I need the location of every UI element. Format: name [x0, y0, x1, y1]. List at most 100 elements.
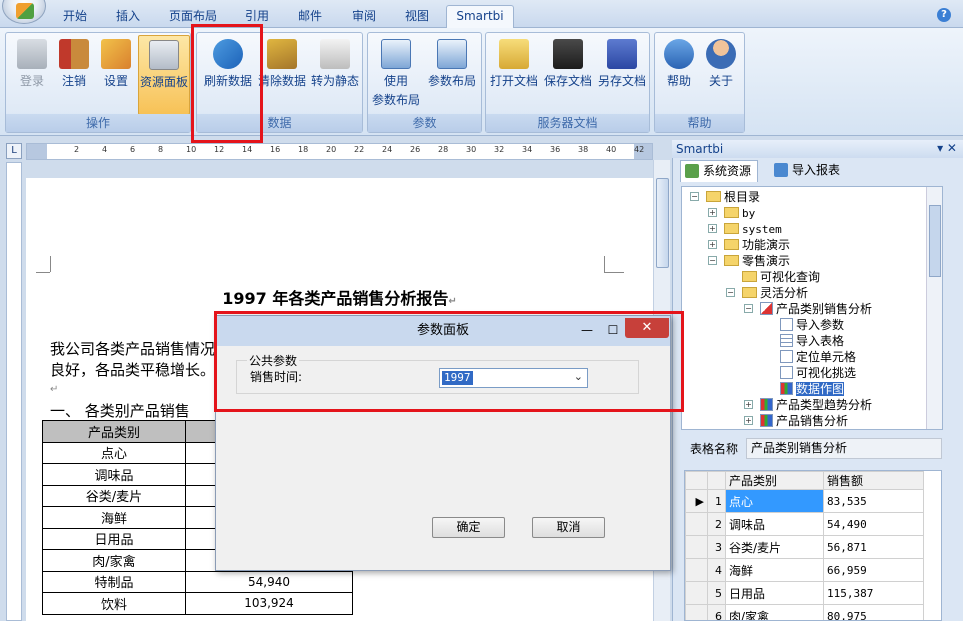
table-name-field[interactable]: 产品类别销售分析 [746, 438, 942, 459]
login-button[interactable]: 登录 [12, 35, 52, 115]
grid-cell-value[interactable]: 80,975 [823, 604, 924, 620]
panel-controls[interactable]: ▾ ✕ [937, 141, 957, 155]
open-doc-button[interactable]: 打开文档 [488, 35, 540, 115]
ruler-tab-selector[interactable]: L [6, 143, 22, 159]
param-layout-icon [381, 39, 411, 69]
logout-button[interactable]: 注销 [54, 35, 94, 115]
convert-static-button[interactable]: 转为静态 [309, 35, 361, 115]
tree-node-visual-pick[interactable]: 可视化挑选 [780, 365, 856, 381]
row-number: 4 [707, 558, 726, 582]
tree-node-cat-sales[interactable]: − 产品类别销售分析 [744, 301, 872, 317]
grid-row[interactable]: 3 谷类/麦片 56,871 [685, 535, 924, 559]
tab-mailings[interactable]: 邮件 [292, 6, 328, 28]
clear-data-button[interactable]: 清除数据 [257, 35, 307, 115]
tree-node-product-sales[interactable]: + 产品销售分析 [744, 413, 848, 429]
ruler-tick-label: 30 [466, 145, 477, 154]
grid-row[interactable]: ▶ 1 点心 83,535 [685, 489, 924, 513]
resource-tree[interactable]: − 根目录 + by + system + 功能演示 − 零售演示 可视化查询 − 灵活分析… [681, 186, 943, 430]
chart-icon [780, 382, 793, 395]
row-number: 5 [707, 581, 726, 605]
tab-insert[interactable]: 插入 [110, 6, 146, 28]
help-button[interactable]: 帮助 [659, 35, 699, 115]
table-cell[interactable]: 调味品 [42, 463, 186, 486]
grid-cell-value[interactable]: 54,490 [823, 512, 924, 536]
grid-cell-value[interactable]: 66,959 [823, 558, 924, 582]
highlight-box-refresh [191, 24, 263, 143]
use-param-layout-button[interactable]: 使用 参数布局 [370, 35, 422, 115]
grid-row[interactable]: 4 海鲜 66,959 [685, 558, 924, 582]
grid-row[interactable]: 5 日用品 115,387 [685, 581, 924, 605]
table-cell[interactable]: 点心 [42, 441, 186, 464]
grid-cell-category[interactable]: 调味品 [725, 512, 824, 536]
resource-panel-button[interactable]: 资源面板 [138, 35, 190, 115]
tree-node-import-params[interactable]: 导入参数 [780, 317, 844, 333]
table-cell[interactable]: 54,940 [185, 570, 353, 593]
ruler-tick-label: 28 [438, 145, 449, 154]
ruler-tick-label: 20 [326, 145, 337, 154]
help-icon[interactable]: ? [937, 8, 951, 22]
tree-node-demo[interactable]: + 功能演示 [708, 237, 790, 253]
tree-node-retail[interactable]: − 零售演示 [708, 253, 790, 269]
table-cell[interactable]: 特制品 [42, 570, 186, 593]
grid-header-cell[interactable]: 销售额 [823, 471, 924, 490]
tree-node-flex[interactable]: − 灵活分析 [726, 285, 808, 301]
panel-title: Smartbi [672, 140, 963, 158]
table-cell[interactable]: 103,924 [185, 592, 353, 615]
ok-button[interactable]: 确定 [432, 517, 505, 538]
tree-scrollbar[interactable] [926, 187, 942, 429]
table-cell[interactable]: 谷类/麦片 [42, 484, 186, 507]
grid-cell-category[interactable]: 谷类/麦片 [725, 535, 824, 559]
table-cell[interactable]: 海鲜 [42, 506, 186, 529]
horizontal-ruler[interactable]: 2 4 6 8 10 12 14 16 18 20 22 24 26 28 30 32 34 36 38 40 42 [26, 143, 653, 160]
ruler-tick-label: 14 [242, 145, 253, 154]
tab-review[interactable]: 审阅 [346, 6, 382, 28]
office-button[interactable] [2, 0, 46, 24]
tree-node-visual-query[interactable]: 可视化查询 [742, 269, 820, 285]
cancel-button[interactable]: 取消 [532, 517, 605, 538]
param-layout-button[interactable]: 参数布局 [424, 35, 480, 115]
grid-cell-category[interactable]: 日用品 [725, 581, 824, 605]
data-grid[interactable]: 产品类别 销售额 ▶ 1 点心 83,535 2 调味品 54,490 3 谷类/麦片 56,871 4… [684, 470, 942, 621]
scroll-thumb[interactable] [656, 178, 669, 268]
grid-cell-category[interactable]: 肉/家禽 [725, 604, 824, 620]
save-doc-button[interactable]: 保存文档 [542, 35, 594, 115]
current-row-indicator-icon: ▶ [685, 489, 708, 513]
grid-cell-category[interactable]: 海鲜 [725, 558, 824, 582]
tree-scroll-thumb[interactable] [929, 205, 941, 277]
tab-import-report[interactable]: 导入报表 [770, 160, 850, 182]
table-cell[interactable]: 肉/家禽 [42, 549, 186, 572]
row-number: 2 [707, 512, 726, 536]
tree-node-root[interactable]: − 根目录 [690, 189, 760, 205]
save-as-doc-button[interactable]: 另存文档 [596, 35, 648, 115]
crop-mark [604, 272, 624, 273]
crop-mark [50, 256, 51, 272]
grid-cell-value[interactable]: 83,535 [823, 489, 924, 513]
table-cell[interactable]: 日用品 [42, 527, 186, 550]
tree-node-by[interactable]: + by [708, 205, 755, 221]
grid-header-cell[interactable]: 产品类别 [725, 471, 824, 490]
ribbon-tab-bar: 开始 插入 页面布局 引用 邮件 审阅 视图 Smartbi ? [0, 0, 963, 29]
grid-cell-category[interactable]: 点心 [725, 489, 824, 513]
row-indicator [685, 535, 708, 559]
grid-row[interactable]: 6 肉/家禽 80,975 [685, 604, 924, 620]
tab-system-resources[interactable]: 系统资源 [680, 160, 758, 182]
group-title-server-docs: 服务器文档 [486, 114, 649, 132]
tab-view[interactable]: 视图 [399, 6, 435, 28]
tab-home[interactable]: 开始 [56, 6, 94, 28]
table-cell[interactable]: 饮料 [42, 592, 186, 615]
grid-cell-value[interactable]: 115,387 [823, 581, 924, 605]
paragraph-line-2: 良好，各品类平稳增长。 [50, 361, 216, 379]
grid-row[interactable]: 2 调味品 54,490 [685, 512, 924, 536]
tree-node-data-chart[interactable]: 数据作图 [780, 381, 845, 397]
about-button[interactable]: 关于 [701, 35, 741, 115]
grid-header-row: 产品类别 销售额 [685, 471, 924, 490]
tree-node-locate-cell[interactable]: 定位单元格 [780, 349, 856, 365]
settings-button[interactable]: 设置 [96, 35, 136, 115]
highlight-box-param [214, 311, 684, 412]
login-icon [17, 39, 47, 69]
grid-cell-value[interactable]: 56,871 [823, 535, 924, 559]
tree-node-import-table[interactable]: 导入表格 [780, 333, 844, 349]
tree-node-cat-trend[interactable]: + 产品类型趋势分析 [744, 397, 872, 413]
tab-smartbi[interactable]: Smartbi [446, 5, 514, 29]
tree-node-system[interactable]: + system [708, 221, 782, 237]
